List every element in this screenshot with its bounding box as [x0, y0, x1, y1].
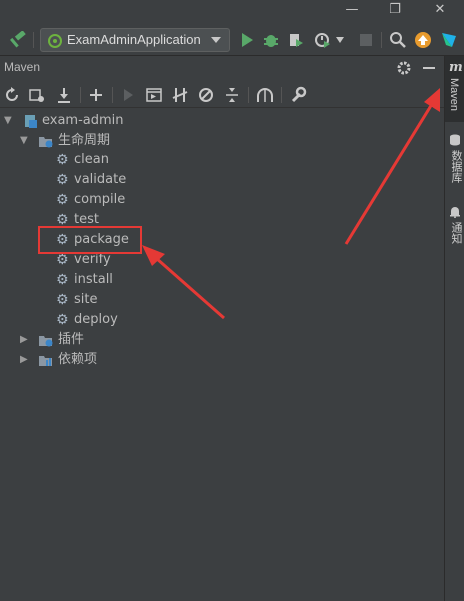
- goal-gear-icon: ⚙: [56, 192, 69, 208]
- skip-tests-icon[interactable]: [197, 86, 215, 104]
- run-with-coverage-icon[interactable]: [287, 31, 305, 49]
- maven-tab-label: Maven: [448, 78, 460, 112]
- goal-gear-icon: ⚙: [56, 312, 69, 328]
- toggle-offline-icon[interactable]: [171, 86, 189, 104]
- settings-gear-icon[interactable]: [396, 60, 412, 76]
- stop-icon[interactable]: [357, 31, 375, 49]
- debug-icon[interactable]: [262, 31, 280, 49]
- search-icon[interactable]: [389, 31, 407, 49]
- right-tool-window-strip: m Maven 数据库 通知: [444, 56, 464, 601]
- toolbar-separator: [281, 87, 282, 103]
- jetbrains-gateway-icon[interactable]: [440, 31, 458, 49]
- phase-label: install: [74, 272, 113, 287]
- run-maven-build-icon[interactable]: [119, 86, 137, 104]
- goal-gear-icon: ⚙: [56, 292, 69, 308]
- bell-icon: [450, 207, 460, 218]
- plugins-folder-icon: [39, 336, 53, 347]
- toolbar-separator: [248, 87, 249, 103]
- toolbar-separator: [381, 32, 382, 48]
- toolbar-separator: [33, 32, 34, 48]
- dependencies-label: 依赖项: [58, 352, 98, 367]
- spring-boot-icon: [48, 34, 62, 48]
- run-toolbar: ExamAdminApplication: [0, 24, 464, 56]
- collapse-all-icon[interactable]: [223, 86, 241, 104]
- reload-icon[interactable]: [3, 86, 21, 104]
- lifecycle-folder-icon: [39, 137, 53, 148]
- phase-label: clean: [74, 152, 109, 167]
- maven-settings-wrench-icon[interactable]: [289, 86, 307, 104]
- notifications-tool-window-button[interactable]: 通知: [445, 204, 464, 252]
- more-run-options-icon[interactable]: [336, 37, 344, 43]
- expanded-chevron-icon[interactable]: ▼: [20, 136, 30, 146]
- run-configuration-label: ExamAdminApplication: [67, 32, 201, 47]
- goal-gear-icon: ⚙: [56, 172, 69, 188]
- goal-gear-icon: ⚙: [56, 272, 69, 288]
- maven-project-icon: [25, 115, 37, 128]
- panel-title: Maven: [4, 60, 41, 74]
- update-icon[interactable]: [414, 31, 432, 49]
- maven-m-icon: m: [449, 60, 463, 75]
- generate-sources-icon[interactable]: [28, 86, 46, 104]
- phase-label: validate: [74, 172, 127, 187]
- project-name: exam-admin: [42, 113, 124, 128]
- minimize-icon[interactable]: —: [342, 2, 362, 18]
- build-hammer-icon[interactable]: [10, 31, 28, 49]
- toolbar-separator: [112, 87, 113, 103]
- notifications-tab-label: 通知: [450, 222, 462, 244]
- dependencies-folder-icon: [39, 356, 52, 366]
- toolbar-separator: [80, 87, 81, 103]
- restore-icon[interactable]: ❐: [385, 2, 405, 18]
- expanded-chevron-icon[interactable]: ▼: [4, 116, 14, 126]
- maven-tool-window-button[interactable]: m Maven: [445, 56, 464, 122]
- download-icon[interactable]: [55, 86, 73, 104]
- highlight-box-package: [38, 226, 142, 254]
- chevron-down-icon: [211, 37, 221, 43]
- database-tool-window-button[interactable]: 数据库: [445, 132, 464, 192]
- database-tab-label: 数据库: [450, 150, 462, 183]
- phase-label: deploy: [74, 312, 118, 327]
- lifecycle-label: 生命周期: [58, 133, 111, 148]
- maven-toolbar: [0, 82, 444, 108]
- phase-label: compile: [74, 192, 126, 207]
- plugins-label: 插件: [58, 332, 85, 347]
- goal-gear-icon: ⚙: [56, 152, 69, 168]
- run-icon[interactable]: [238, 31, 256, 49]
- collapsed-chevron-icon[interactable]: ▶: [20, 335, 30, 345]
- profiler-icon[interactable]: [314, 31, 332, 49]
- add-icon[interactable]: [87, 86, 105, 104]
- execute-goal-icon[interactable]: [145, 86, 163, 104]
- show-dependencies-icon[interactable]: [256, 86, 274, 104]
- maven-panel-header: Maven: [0, 56, 444, 80]
- collapsed-chevron-icon[interactable]: ▶: [20, 355, 30, 365]
- database-icon: [450, 134, 460, 146]
- hide-panel-icon[interactable]: [423, 67, 435, 69]
- run-configuration-selector[interactable]: ExamAdminApplication: [40, 28, 230, 52]
- phase-label: site: [74, 292, 98, 307]
- close-icon[interactable]: ✕: [430, 2, 450, 18]
- window-title-bar: — ❐ ✕: [0, 0, 464, 22]
